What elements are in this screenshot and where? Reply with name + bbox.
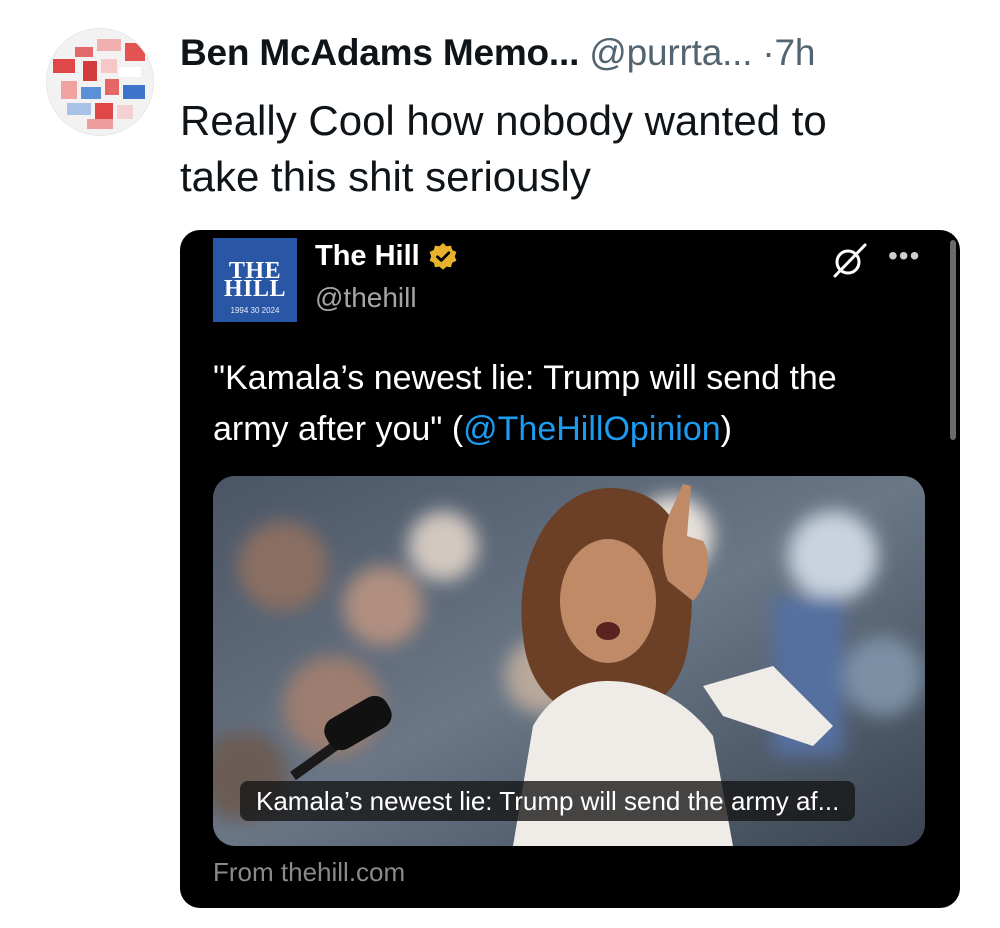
link-source[interactable]: From thehill.com (213, 857, 405, 888)
tweet-text: Really Cool how nobody wanted to take th… (180, 97, 827, 200)
author-name[interactable]: Ben McAdams Memo... (180, 32, 579, 73)
image-caption: Kamala’s newest lie: Trump will send the… (240, 781, 856, 821)
quoted-author-name[interactable]: The Hill (315, 240, 458, 273)
quoted-author-handle[interactable]: @thehill (315, 282, 417, 314)
grok-icon[interactable] (830, 240, 870, 280)
author-handle[interactable]: @purrta... (589, 32, 752, 73)
avatar[interactable] (46, 28, 154, 136)
quoted-mention-link[interactable]: @TheHillOpinion (463, 410, 721, 448)
tweet-time[interactable]: 7h (775, 32, 816, 73)
avatar-map-image (47, 29, 153, 135)
scrollbar[interactable] (950, 240, 956, 440)
quoted-author-name-text: The Hill (315, 240, 420, 272)
verified-badge-icon (428, 242, 458, 272)
the-hill-logo[interactable]: THE HILL 1994 30 2024 (213, 238, 297, 322)
quoted-tweet-text: "Kamala’s newest lie: Trump will send th… (213, 353, 913, 455)
tweet-header: Ben McAdams Memo... @purrta... ·7h (180, 28, 816, 78)
article-image[interactable]: Kamala’s newest lie: Trump will send the… (213, 476, 925, 846)
logo-years: 1994 30 2024 (230, 306, 280, 315)
logo-line2: HILL (223, 276, 287, 302)
separator-dot: · (762, 32, 775, 73)
quoted-text-end: ) (720, 410, 732, 448)
quoted-tweet-card[interactable]: THE HILL 1994 30 2024 The Hill @thehill … (180, 230, 960, 908)
more-options-icon[interactable]: ••• (888, 242, 920, 270)
